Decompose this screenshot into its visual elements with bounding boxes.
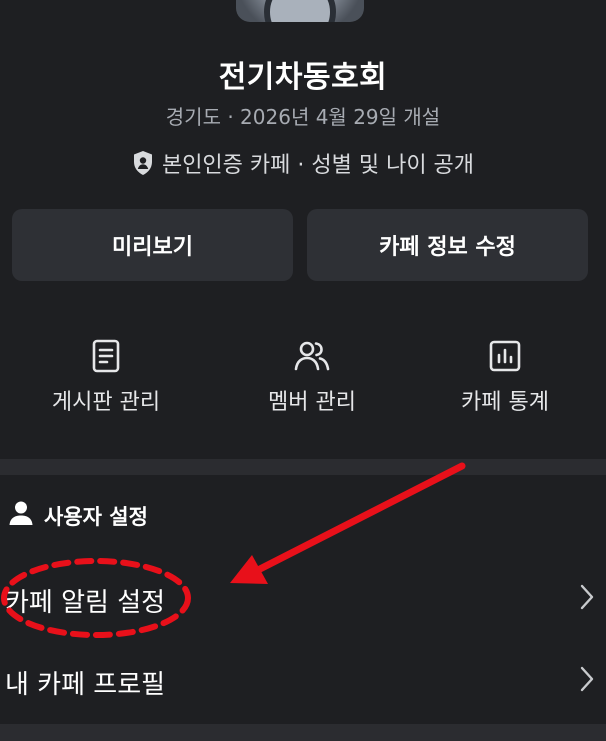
bottom-divider xyxy=(0,724,606,741)
cafe-stats-button[interactable]: 카페 통계 xyxy=(415,336,595,416)
verification-info: 본인인증 카페 · 성별 및 나이 공개 xyxy=(0,147,606,179)
chevron-right-icon xyxy=(580,584,594,617)
edit-cafe-info-button[interactable]: 카페 정보 수정 xyxy=(307,209,588,281)
cafe-title: 전기차동호회 xyxy=(218,60,388,95)
user-settings-title: 사용자 설정 xyxy=(44,504,148,529)
board-management-button[interactable]: 게시판 관리 xyxy=(16,336,196,416)
preview-button[interactable]: 미리보기 xyxy=(12,209,293,281)
verification-text: 본인인증 카페 · 성별 및 나이 공개 xyxy=(161,153,475,178)
management-menu: 게시판 관리 멤버 관리 카페 통계 xyxy=(0,336,606,416)
members-icon xyxy=(294,336,330,376)
cafe-stats-label: 카페 통계 xyxy=(461,390,549,415)
member-management-button[interactable]: 멤버 관리 xyxy=(222,336,402,416)
person-icon xyxy=(8,500,34,531)
cafe-notification-settings-label: 카페 알림 설정 xyxy=(5,587,166,618)
cafe-subtitle: 경기도 · 2026년 4월 29일 개설 xyxy=(165,105,441,129)
cafe-avatar xyxy=(236,0,364,22)
section-divider xyxy=(0,459,606,475)
cafe-settings-screen: 전기차동호회 경기도 · 2026년 4월 29일 개설 본인인증 카페 · 성… xyxy=(0,0,606,741)
user-settings-header: 사용자 설정 xyxy=(8,500,148,531)
cafe-notification-settings-item[interactable]: 카페 알림 설정 xyxy=(0,570,606,630)
chart-icon xyxy=(489,336,521,376)
chevron-right-icon xyxy=(580,666,594,699)
my-cafe-profile-label: 내 카페 프로필 xyxy=(5,669,166,700)
member-management-label: 멤버 관리 xyxy=(268,390,356,415)
annotation-arrow-shaft xyxy=(254,462,466,574)
board-management-label: 게시판 관리 xyxy=(51,390,161,415)
my-cafe-profile-item[interactable]: 내 카페 프로필 xyxy=(0,652,606,712)
document-icon xyxy=(91,336,121,376)
shield-icon xyxy=(132,150,154,176)
